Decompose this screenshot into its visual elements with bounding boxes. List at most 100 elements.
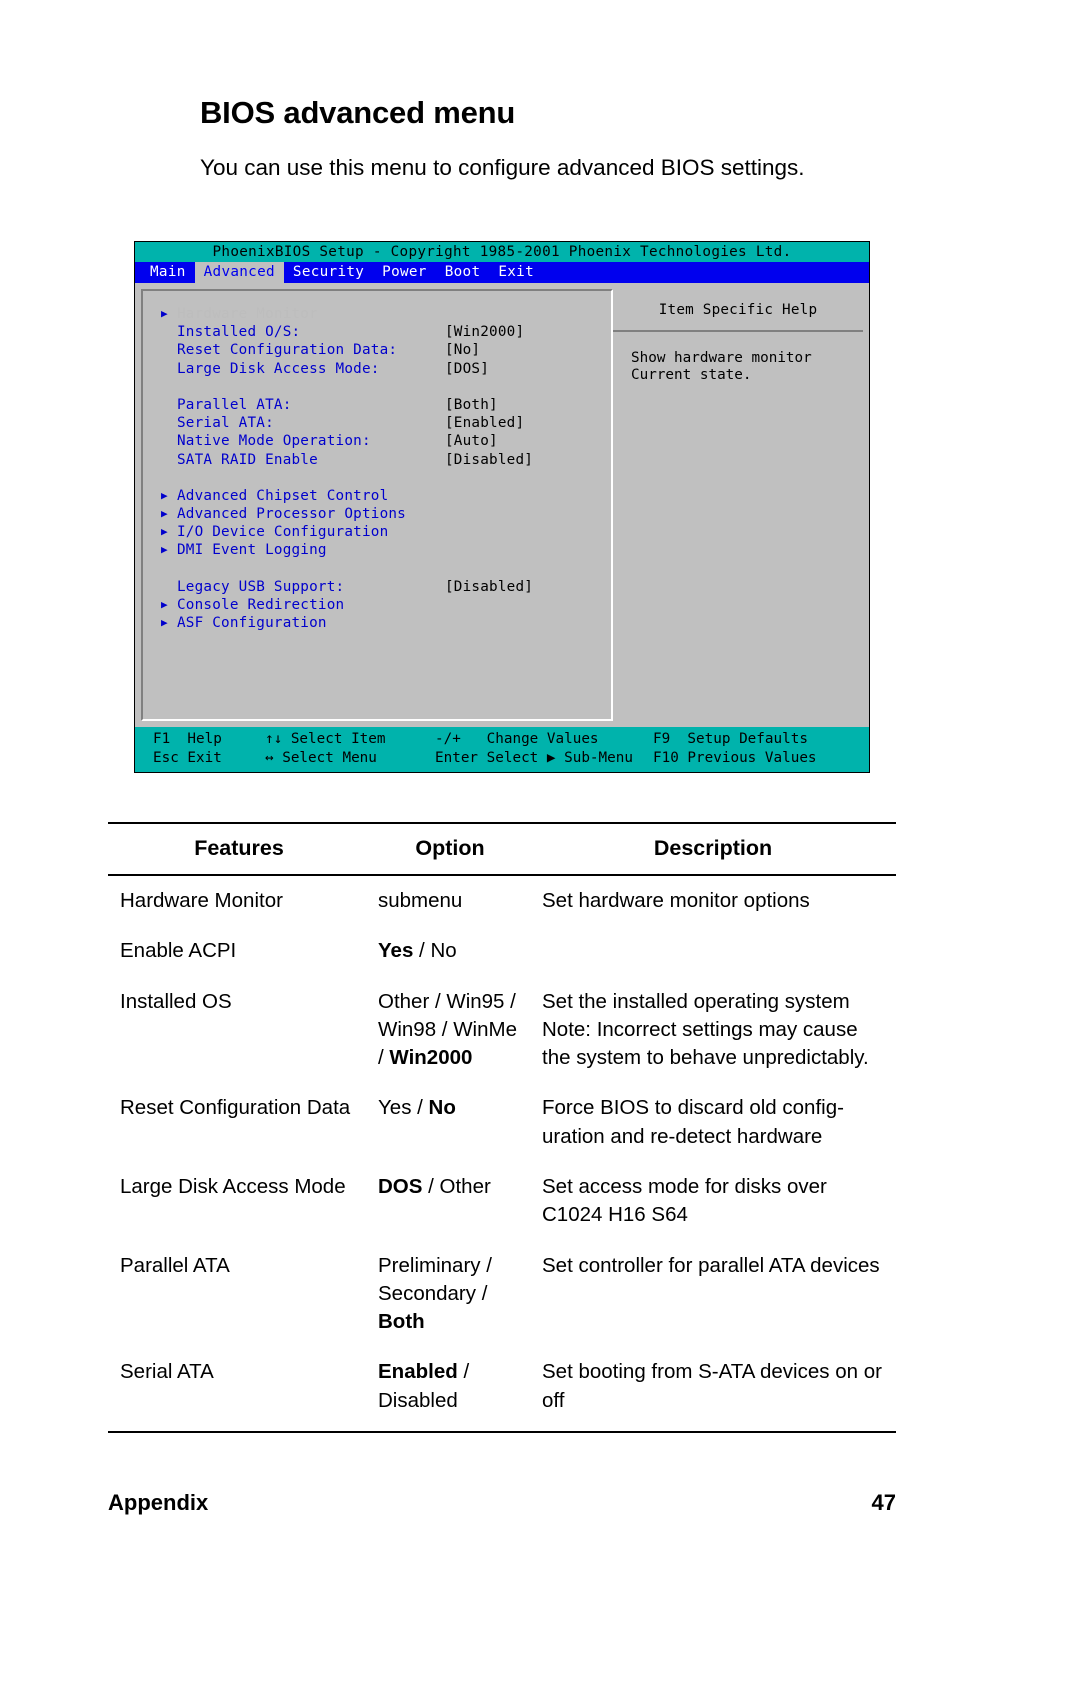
bios-setting-label: I/O Device Configuration [177,524,389,541]
cell-option: Yes / No [378,939,457,963]
bios-setting-label: Hardware Monitor [177,306,318,322]
bios-titlebar: PhoenixBIOS Setup - Copyright 1985-2001 … [135,242,869,262]
features-table-body: Hardware Monitor submenu Set hardware moni… [108,875,896,1433]
features-table: Features Option Description Hardware Mon… [108,822,896,1433]
fkey-previous-values: F10 Previous Values [653,750,817,766]
bios-setting-value: [Enabled] [445,415,525,432]
fkey-select-menu: ↔ Select Menu [265,750,377,766]
submenu-arrow-icon: ▶ [161,616,168,630]
cell-option: DOS / Other [378,1174,491,1198]
cell-feature: Enable ACPI [120,939,237,963]
bios-function-key-bar: F1 Help ↑↓ Select Item -/+ Change Values… [135,727,869,772]
features-table-head: Features Option Description [108,822,896,876]
bios-setting-label: Serial ATA: [177,415,274,432]
row-indent-spacer: ▶ [161,341,177,359]
document-footer: Appendix 47 [108,1490,896,1516]
bios-setting-row[interactable]: ▶SATA RAID Enable [Disabled] [161,451,611,469]
fkey-setup-defaults: F9 Setup Defaults [653,731,808,747]
bios-setting-value: [Auto] [445,433,498,450]
bios-setting-label: ASF Configuration [177,615,327,632]
bios-setting-label: Large Disk Access Mode: [177,360,380,377]
bios-setting-label: Parallel ATA: [177,396,292,413]
cell-feature: Hardware Monitor [120,889,283,912]
bios-setting-row[interactable]: ▶ Advanced Processor Options [161,505,611,523]
submenu-arrow-icon: ▶ [161,307,168,320]
bios-setting-label: Advanced Chipset Control [177,487,389,504]
bios-setting-row[interactable]: ▶ Console Redirection [161,596,611,614]
footer-section-label: Appendix [108,1490,209,1515]
bios-setting-row[interactable]: ▶Serial ATA: [Enabled] [161,414,611,432]
table-row: Installed OS Other / Win95 / Win98 / WinM… [108,977,896,1084]
footer-page-number: 47 [871,1490,896,1515]
help-panel-title: Item Specific Help [613,289,863,332]
bios-setting-label: Installed O/S: [177,324,301,341]
submenu-arrow-icon: ▶ [161,507,168,521]
bios-setting-value: [Win2000] [445,324,525,341]
function-key-row-2: Esc Exit ↔ Select Menu Enter Select ▶ Su… [135,749,869,768]
bios-setting-label: Native Mode Operation: [177,433,371,450]
bios-row-spacer [161,469,611,487]
bios-settings-list: ▶Hardware Monitor▶Installed O/S:[Win2000… [143,305,611,632]
row-indent-spacer: ▶ [161,396,177,414]
bios-setting-label: DMI Event Logging [177,542,327,559]
cell-description: Set the installed operating system Note:… [542,989,869,1070]
bios-setting-value: [Disabled] [445,578,534,595]
bios-settings-panel: ▶Hardware Monitor▶Installed O/S:[Win2000… [141,289,613,721]
cell-feature: Installed OS [120,989,232,1013]
row-indent-spacer: ▶ [161,323,177,341]
bios-setting-row[interactable]: ▶Reset Configuration Data: [No] [161,341,611,359]
cell-description: Set hardware monitor options [542,889,810,912]
row-indent-spacer: ▶ [161,451,177,469]
bios-setting-row[interactable]: ▶ DMI Event Logging [161,541,611,559]
fkey-help: F1 Help [153,731,222,747]
bios-setting-label: Advanced Processor Options [177,506,406,523]
bios-menu-main[interactable]: Main [141,262,195,283]
bios-setup-screenshot: PhoenixBIOS Setup - Copyright 1985-2001 … [134,241,870,773]
bios-setting-row[interactable]: ▶Large Disk Access Mode: [DOS] [161,360,611,378]
bios-setting-row[interactable]: ▶ Advanced Chipset Control [161,487,611,505]
help-panel-body: Show hardware monitor Current state. [631,350,812,383]
cell-description: Force BIOS to discard old config-uration… [542,1096,844,1148]
submenu-arrow-icon: ▶ [161,543,168,557]
bios-menu-exit[interactable]: Exit [489,262,543,283]
item-specific-help-panel: Item Specific Help Show hardware monitor… [613,289,863,721]
bios-setting-row[interactable]: ▶Legacy USB Support: [Disabled] [161,578,611,596]
bios-setting-row[interactable]: ▶Native Mode Operation: [Auto] [161,432,611,450]
cell-description: Set booting from S-ATA devices on or off [530,1347,896,1433]
cell-feature: Parallel ATA [120,1253,230,1277]
heading-block: BIOS advanced menu You can use this menu… [200,95,920,181]
submenu-arrow-icon: ▶ [161,488,168,502]
row-indent-spacer: ▶ [161,414,177,432]
bios-setting-row[interactable]: ▶Installed O/S: [Win2000] [161,323,611,341]
cell-feature: Large Disk Access Mode [120,1174,346,1198]
bios-setting-row[interactable]: ▶Parallel ATA: [Both] [161,396,611,414]
bios-menu-boot[interactable]: Boot [436,262,490,283]
cell-option: Other / Win95 / Win98 / WinMe / Win2000 [378,989,517,1070]
table-header-row: Features Option Description [108,822,896,876]
column-header-description: Description [530,822,896,876]
table-row: Enable ACPI Yes / No [108,926,896,976]
submenu-arrow-icon: ▶ [161,598,168,611]
cell-description: Set access mode for disks over C1024 H16… [542,1174,827,1227]
bios-menu-advanced[interactable]: Advanced [194,262,284,283]
column-header-option: Option [370,822,530,876]
bios-setting-value: [Both] [445,396,498,413]
bios-setting-row[interactable]: ▶ Hardware Monitor [161,305,611,323]
bios-setting-row[interactable]: ▶ I/O Device Configuration [161,523,611,541]
bios-row-spacer [161,378,611,396]
fkey-select-item: ↑↓ Select Item [265,731,386,747]
table-row: Parallel ATA Preliminary / Secondary / Bo… [108,1241,896,1348]
bios-menu-security[interactable]: Security [284,262,373,283]
bios-setting-row[interactable]: ▶ ASF Configuration [161,614,611,632]
bios-setting-value: [No] [445,342,481,359]
bios-row-spacer [161,560,611,578]
cell-option: Yes / No [378,1096,456,1120]
cell-description [530,926,896,976]
fkey-exit: Esc Exit [153,750,222,766]
bios-menu-power[interactable]: Power [373,262,436,283]
row-indent-spacer: ▶ [161,360,177,378]
table-row: Serial ATA Enabled / Disabled Set booting … [108,1347,896,1433]
function-key-row-1: F1 Help ↑↓ Select Item -/+ Change Values… [135,730,869,749]
bios-setting-label: Reset Configuration Data: [177,342,398,359]
cell-feature: Serial ATA [108,1347,370,1433]
